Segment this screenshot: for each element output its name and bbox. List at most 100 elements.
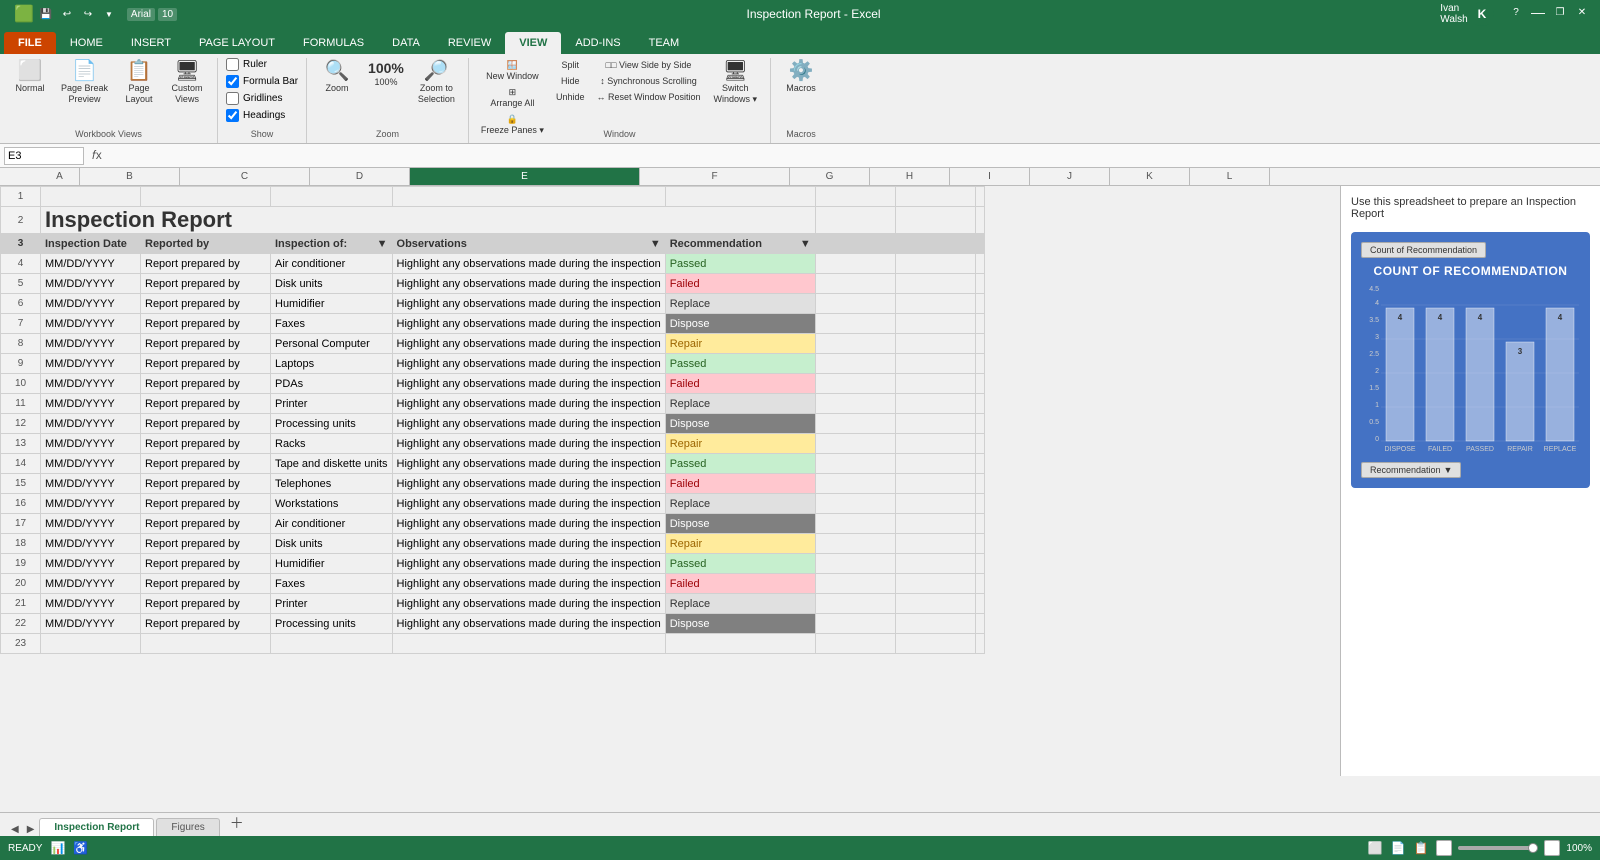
col-header-I[interactable]: I <box>950 168 1030 185</box>
col-inspection-of-header[interactable]: Inspection of: ▼ <box>271 234 393 254</box>
col-header-G[interactable]: G <box>790 168 870 185</box>
tab-insert[interactable]: INSERT <box>117 32 185 54</box>
col-header-D[interactable]: D <box>310 168 410 185</box>
row-header-7[interactable]: 7 <box>1 314 41 334</box>
row-header-8[interactable]: 8 <box>1 334 41 354</box>
tab-review[interactable]: REVIEW <box>434 32 505 54</box>
new-window-btn[interactable]: 🪟 New Window <box>477 58 548 83</box>
split-btn[interactable]: Split <box>552 58 589 72</box>
row-header-13[interactable]: 13 <box>1 434 41 454</box>
tab-data[interactable]: DATA <box>378 32 434 54</box>
row-header-1[interactable]: 1 <box>1 187 41 207</box>
chart-filter-btn[interactable]: Recommendation ▼ <box>1361 462 1461 478</box>
row-header-11[interactable]: 11 <box>1 394 41 414</box>
row-header-16[interactable]: 16 <box>1 494 41 514</box>
tab-view[interactable]: VIEW <box>505 32 561 54</box>
reset-window-position-btn[interactable]: ↔ Reset Window Position <box>592 90 704 104</box>
font-selector[interactable]: Arial <box>127 8 155 21</box>
row-header-9[interactable]: 9 <box>1 354 41 374</box>
undo-qat-btn[interactable]: ↩ <box>58 5 76 23</box>
row-header-14[interactable]: 14 <box>1 454 41 474</box>
zoom-in-btn[interactable]: + <box>1544 840 1560 856</box>
headings-checkbox[interactable] <box>226 109 239 122</box>
col-reported-by-header[interactable]: Reported by <box>141 234 271 254</box>
view-side-by-side-btn[interactable]: □□ View Side by Side <box>592 58 704 72</box>
tab-team[interactable]: TEAM <box>635 32 694 54</box>
tab-scroll-right[interactable]: ▶ <box>24 823 38 836</box>
save-qat-btn[interactable]: 💾 <box>37 5 55 23</box>
page-break-preview-btn[interactable]: 📄 Page BreakPreview <box>56 58 113 108</box>
tab-file[interactable]: FILE <box>4 32 56 54</box>
tab-addins[interactable]: ADD-INS <box>561 32 634 54</box>
chart-pill[interactable]: Count of Recommendation <box>1361 242 1486 258</box>
ruler-check[interactable]: Ruler <box>226 58 298 71</box>
row-header-17[interactable]: 17 <box>1 514 41 534</box>
row-header-3[interactable]: 3 <box>1 234 41 254</box>
col-header-B[interactable]: B <box>80 168 180 185</box>
macros-btn[interactable]: ⚙️ Macros <box>779 58 823 97</box>
gridlines-checkbox[interactable] <box>226 92 239 105</box>
hide-btn[interactable]: Hide <box>552 74 589 88</box>
row-header-2[interactable]: 2 <box>1 207 41 234</box>
col-header-K[interactable]: K <box>1110 168 1190 185</box>
page-layout-btn[interactable]: 📋 PageLayout <box>117 58 161 108</box>
col-header-L[interactable]: L <box>1190 168 1270 185</box>
normal-btn[interactable]: ⬜ Normal <box>8 58 52 97</box>
ruler-checkbox[interactable] <box>226 58 239 71</box>
qat-customizer[interactable]: ▼ <box>100 5 118 23</box>
col-header-C[interactable]: C <box>180 168 310 185</box>
report-title[interactable]: Inspection Report <box>41 207 816 234</box>
formula-bar-check[interactable]: Formula Bar <box>226 75 298 88</box>
view-break-icon[interactable]: 📋 <box>1413 841 1428 855</box>
row-header-6[interactable]: 6 <box>1 294 41 314</box>
col-observations-header[interactable]: Observations ▼ <box>392 234 665 254</box>
row-header-10[interactable]: 10 <box>1 374 41 394</box>
freeze-panes-btn[interactable]: 🔒 Freeze Panes ▾ <box>477 112 548 138</box>
sheet-tab-figures[interactable]: Figures <box>156 818 219 836</box>
zoom-out-btn[interactable]: − <box>1436 840 1452 856</box>
sheet-container[interactable]: 1 2 Inspection Report 3 Ins <box>0 186 1340 776</box>
row-header-18[interactable]: 18 <box>1 534 41 554</box>
col-header-J[interactable]: J <box>1030 168 1110 185</box>
arrange-all-btn[interactable]: ⊞ Arrange All <box>477 85 548 110</box>
view-layout-icon[interactable]: 📄 <box>1391 841 1406 855</box>
custom-views-btn[interactable]: 🖥 CustomViews <box>165 58 209 108</box>
unhide-btn[interactable]: Unhide <box>552 90 589 104</box>
row-header-12[interactable]: 12 <box>1 414 41 434</box>
tab-home[interactable]: HOME <box>56 32 117 54</box>
row-header-15[interactable]: 15 <box>1 474 41 494</box>
add-sheet-btn[interactable]: ＋ <box>222 810 252 836</box>
row-header-20[interactable]: 20 <box>1 574 41 594</box>
col-header-H[interactable]: H <box>870 168 950 185</box>
row-header-21[interactable]: 21 <box>1 594 41 614</box>
col-header-A[interactable]: A <box>40 168 80 185</box>
tab-page-layout[interactable]: PAGE LAYOUT <box>185 32 289 54</box>
zoom-btn[interactable]: 🔍 Zoom <box>315 58 359 97</box>
row-header-19[interactable]: 19 <box>1 554 41 574</box>
tab-scroll-left[interactable]: ◀ <box>8 823 22 836</box>
col-inspection-date-header[interactable]: Inspection Date <box>41 234 141 254</box>
close-btn[interactable]: ✕ <box>1572 2 1592 22</box>
sheet-tab-inspection-report[interactable]: Inspection Report <box>39 818 154 836</box>
help-btn[interactable]: ? <box>1506 2 1526 22</box>
minimize-btn[interactable]: — <box>1528 2 1548 22</box>
row-header-5[interactable]: 5 <box>1 274 41 294</box>
headings-check[interactable]: Headings <box>226 109 298 122</box>
zoom-selection-btn[interactable]: 🔎 Zoom toSelection <box>413 58 460 108</box>
restore-btn[interactable]: ❐ <box>1550 2 1570 22</box>
zoom-100-btn[interactable]: 100% 100% <box>363 58 409 91</box>
synchronous-scrolling-btn[interactable]: ↕ Synchronous Scrolling <box>592 74 704 88</box>
tab-formulas[interactable]: FORMULAS <box>289 32 378 54</box>
view-normal-icon[interactable]: ⬜ <box>1368 841 1383 855</box>
font-size-selector[interactable]: 10 <box>158 8 177 21</box>
row-header-23[interactable]: 23 <box>1 634 41 654</box>
redo-qat-btn[interactable]: ↪ <box>79 5 97 23</box>
name-box[interactable] <box>4 147 84 165</box>
zoom-slider[interactable] <box>1458 846 1538 850</box>
row-header-22[interactable]: 22 <box>1 614 41 634</box>
formula-input[interactable] <box>110 150 1596 162</box>
gridlines-check[interactable]: Gridlines <box>226 92 298 105</box>
user-profile[interactable]: Ivan Walsh K <box>1444 2 1494 26</box>
row-header-4[interactable]: 4 <box>1 254 41 274</box>
col-recommendation-header[interactable]: Recommendation ▼ <box>665 234 815 254</box>
